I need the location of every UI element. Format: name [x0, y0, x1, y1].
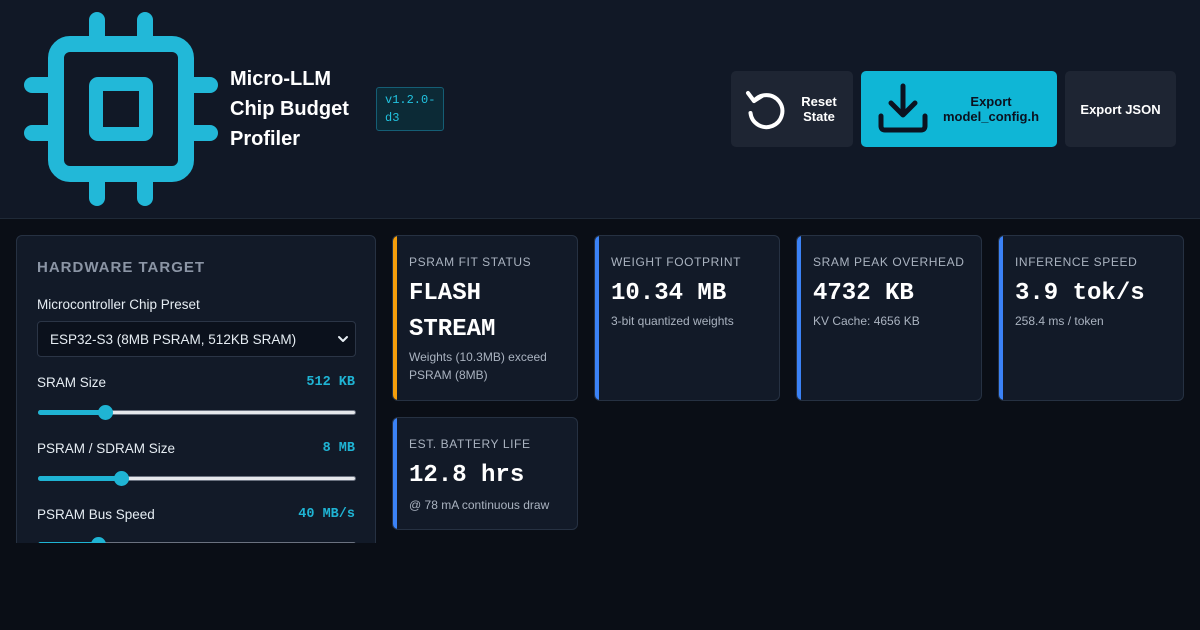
card-subtext: KV Cache: 4656 KB [813, 314, 920, 328]
export-json-button[interactable]: Export JSON [1065, 71, 1176, 147]
card-value: 3.9 tok/s [1015, 280, 1145, 307]
app-title: Micro-LLM Chip Budget Profiler [230, 68, 349, 150]
slider-thumb[interactable] [91, 537, 107, 543]
psram-bus-speed-value: 40 MB/s [298, 507, 355, 522]
app-header: Micro-LLM Chip Budget Profiler v1.2.0-d3… [0, 0, 1200, 219]
status-stripe [797, 236, 801, 400]
card-value: FLASH STREAM [409, 280, 496, 343]
hardware-target-clip: HARDWARE TARGET Microcontroller Chip Pre… [16, 235, 376, 543]
psram-size-label: PSRAM / SDRAM Size [37, 441, 176, 456]
sram-size-value: 512 KB [306, 375, 355, 390]
slider-fill [38, 410, 105, 415]
slider-thumb[interactable] [97, 405, 113, 420]
card-value: 4732 KB [813, 280, 914, 307]
status-stripe [999, 236, 1003, 400]
version-badge: v1.2.0-d3 [376, 87, 444, 131]
panel-title: HARDWARE TARGET [37, 259, 206, 276]
download-icon [878, 83, 928, 133]
inference-speed-card: INFERENCE SPEED 3.9 tok/s 258.4 ms / tok… [998, 235, 1184, 401]
psram-fit-status-card: PSRAM FIT STATUS FLASH STREAM Weights (1… [392, 235, 578, 401]
sram-size-slider[interactable] [38, 404, 356, 420]
card-label: INFERENCE SPEED [1015, 255, 1138, 269]
card-label: WEIGHT FOOTPRINT [611, 255, 742, 269]
card-value: 12.8 hrs [409, 462, 525, 489]
card-subtext: 3-bit quantized weights [611, 314, 734, 328]
card-subtext: @ 78 mA continuous draw [409, 498, 550, 512]
psram-bus-speed-slider[interactable] [38, 536, 356, 543]
battery-life-card: EST. BATTERY LIFE 12.8 hrs @ 78 mA conti… [392, 417, 578, 530]
export-config-button[interactable]: Export model_config.h [861, 71, 1057, 147]
slider-fill [38, 476, 121, 481]
chevron-down-icon [338, 336, 348, 342]
status-stripe [393, 236, 397, 400]
card-value: 10.34 MB [611, 280, 727, 307]
card-label: SRAM PEAK OVERHEAD [813, 255, 965, 269]
card-subtext: 258.4 ms / token [1015, 314, 1104, 328]
status-stripe [595, 236, 599, 400]
psram-bus-speed-label: PSRAM Bus Speed [37, 507, 155, 522]
hardware-target-panel: HARDWARE TARGET Microcontroller Chip Pre… [16, 235, 376, 543]
psram-size-slider[interactable] [38, 470, 356, 486]
slider-fill [38, 542, 99, 543]
export-json-label: Export JSON [1080, 101, 1161, 117]
psram-size-value: 8 MB [322, 441, 355, 456]
sram-peak-overhead-card: SRAM PEAK OVERHEAD 4732 KB KV Cache: 465… [796, 235, 982, 401]
card-label: EST. BATTERY LIFE [409, 437, 531, 451]
card-label: PSRAM FIT STATUS [409, 255, 532, 269]
reset-state-button[interactable]: Reset State [731, 71, 853, 147]
export-config-label: Export model_config.h [942, 94, 1040, 124]
chip-preset-label: Microcontroller Chip Preset [37, 297, 200, 312]
chip-preset-value: ESP32-S3 (8MB PSRAM, 512KB SRAM) [50, 332, 297, 347]
slider-thumb[interactable] [113, 471, 129, 486]
chip-logo-icon [24, 12, 218, 206]
status-stripe [393, 418, 397, 529]
card-subtext: Weights (10.3MB) exceed PSRAM (8MB) [409, 350, 547, 382]
sram-size-label: SRAM Size [37, 375, 107, 390]
reset-icon [746, 91, 785, 130]
weight-footprint-card: WEIGHT FOOTPRINT 10.34 MB 3-bit quantize… [594, 235, 780, 401]
reset-state-label: Reset State [801, 94, 837, 124]
chip-preset-select[interactable]: ESP32-S3 (8MB PSRAM, 512KB SRAM) [37, 321, 356, 357]
